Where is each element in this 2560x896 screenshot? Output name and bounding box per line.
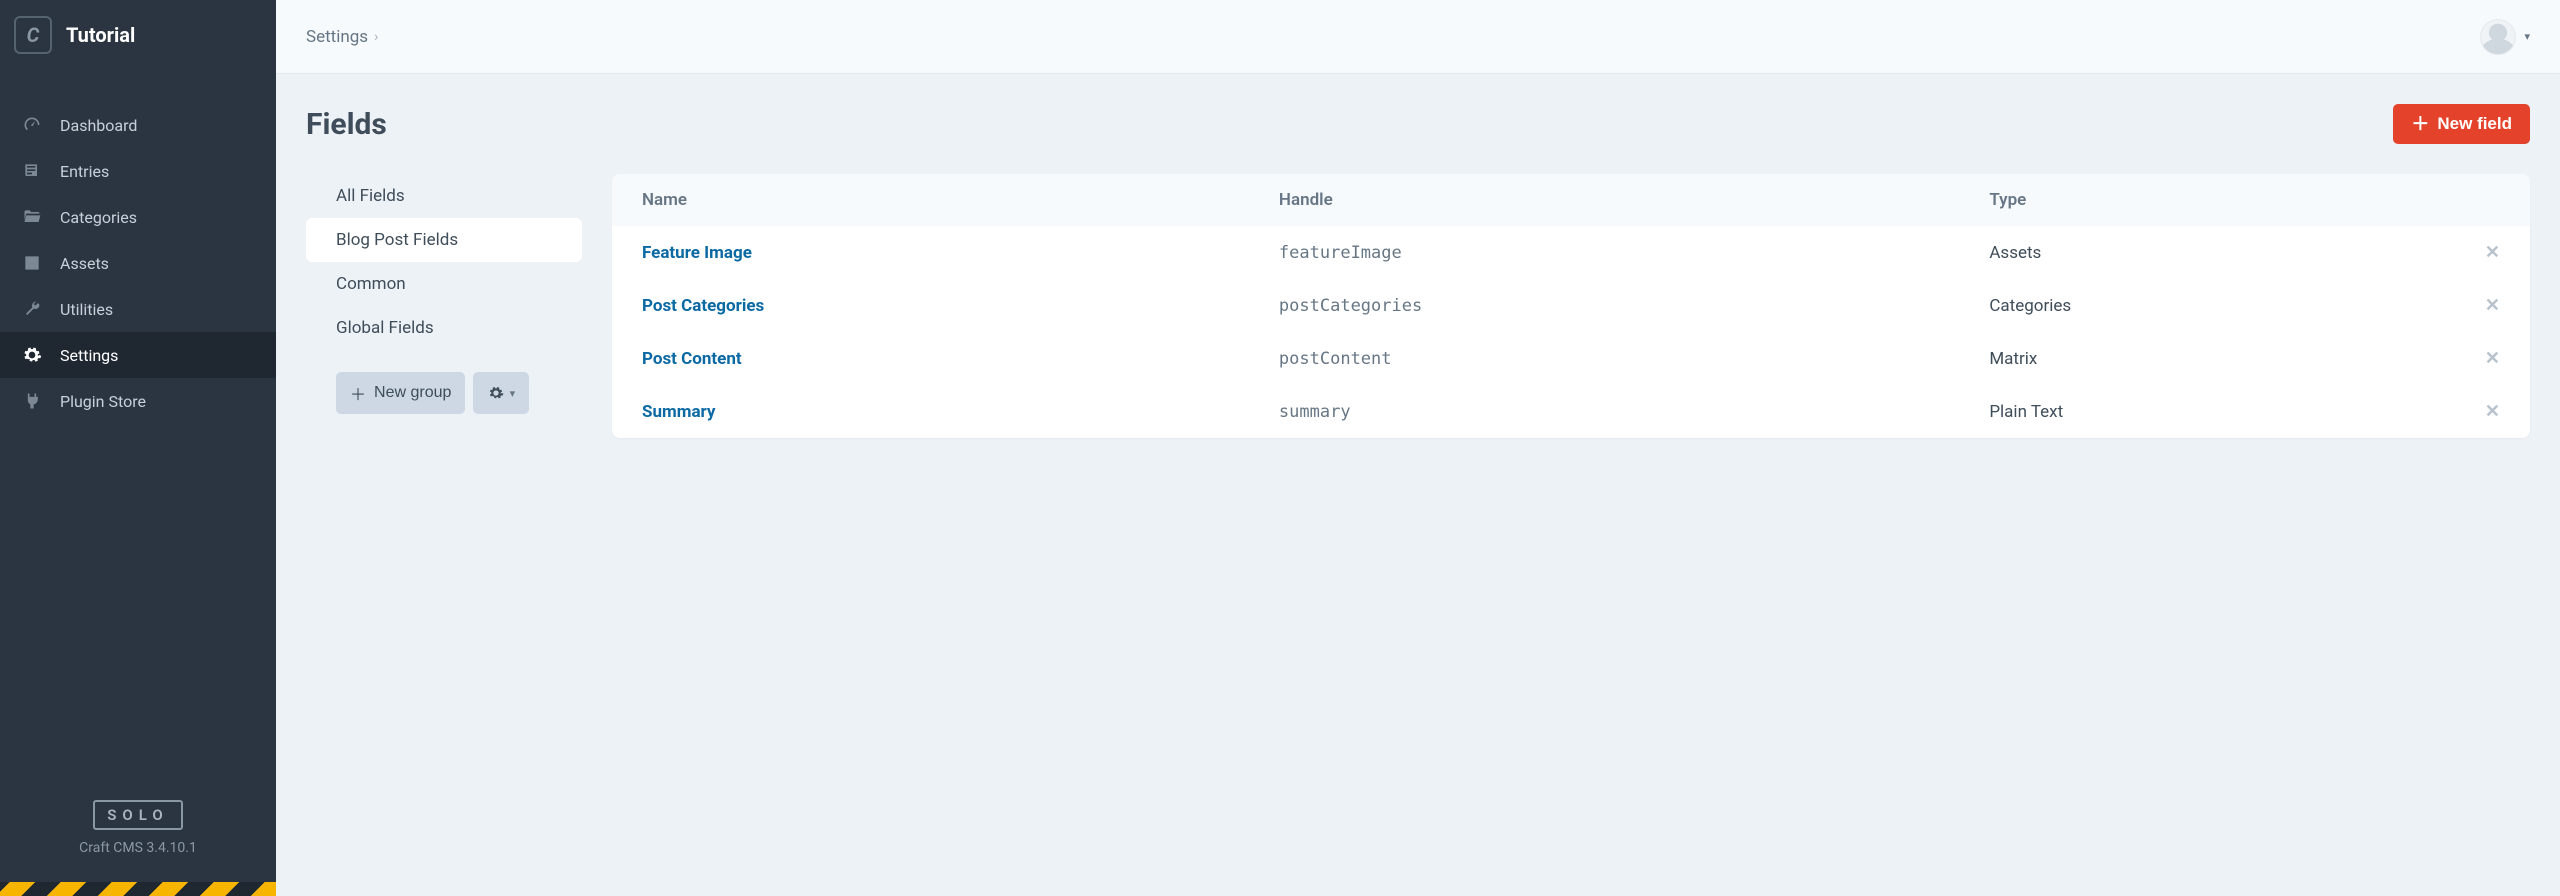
group-list: All Fields Blog Post Fields Common Globa… bbox=[306, 174, 582, 350]
delete-icon[interactable]: ✕ bbox=[2485, 295, 2500, 316]
sidebar-item-label: Plugin Store bbox=[60, 392, 146, 411]
topbar: Settings › ▾ bbox=[276, 0, 2560, 74]
field-handle: postCategories bbox=[1249, 279, 1959, 332]
folder-open-icon bbox=[20, 205, 44, 229]
fields-panel: Name Handle Type Feature Image featureIm… bbox=[612, 174, 2530, 438]
edition-badge[interactable]: SOLO bbox=[93, 800, 182, 830]
delete-icon[interactable]: ✕ bbox=[2485, 242, 2500, 263]
delete-icon[interactable]: ✕ bbox=[2485, 401, 2500, 422]
sidebar-item-entries[interactable]: Entries bbox=[0, 148, 276, 194]
primary-nav: Dashboard Entries Categories Assets bbox=[0, 72, 276, 424]
button-label: New group bbox=[374, 384, 451, 402]
table-row: Summary summary Plain Text ✕ bbox=[612, 385, 2530, 438]
site-name[interactable]: Tutorial bbox=[66, 23, 135, 47]
breadcrumb: Settings › bbox=[306, 27, 378, 47]
sidebar-item-label: Settings bbox=[60, 346, 118, 365]
table-row: Feature Image featureImage Assets ✕ bbox=[612, 226, 2530, 279]
sidebar-item-dashboard[interactable]: Dashboard bbox=[0, 102, 276, 148]
group-settings-button[interactable]: ▾ bbox=[473, 372, 529, 414]
sidebar-item-label: Utilities bbox=[60, 300, 113, 319]
field-handle: summary bbox=[1249, 385, 1959, 438]
new-field-button[interactable]: ＋ New field bbox=[2393, 104, 2530, 144]
sidebar-item-assets[interactable]: Assets bbox=[0, 240, 276, 286]
main: Settings › ▾ Fields ＋ New field All Fiel… bbox=[276, 0, 2560, 896]
field-link-post-content[interactable]: Post Content bbox=[642, 349, 742, 369]
gear-icon bbox=[20, 343, 44, 367]
field-handle: featureImage bbox=[1249, 226, 1959, 279]
delete-icon[interactable]: ✕ bbox=[2485, 348, 2500, 369]
group-item-common[interactable]: Common bbox=[306, 262, 582, 306]
sidebar-item-label: Dashboard bbox=[60, 116, 137, 135]
content: Fields ＋ New field All Fields Blog Post … bbox=[276, 74, 2560, 896]
sidebar-item-categories[interactable]: Categories bbox=[0, 194, 276, 240]
field-type: Assets bbox=[1959, 226, 2455, 279]
chevron-down-icon: ▾ bbox=[510, 387, 516, 400]
sidebar-item-label: Entries bbox=[60, 162, 109, 181]
page-title: Fields bbox=[306, 107, 387, 142]
col-actions bbox=[2455, 174, 2530, 226]
fields-table: Name Handle Type Feature Image featureIm… bbox=[612, 174, 2530, 438]
plus-icon: ＋ bbox=[350, 381, 366, 405]
sidebar-header: C Tutorial bbox=[0, 0, 276, 72]
logo-icon: C bbox=[14, 16, 52, 54]
table-row: Post Categories postCategories Categorie… bbox=[612, 279, 2530, 332]
sidebar: C Tutorial Dashboard Entries Categorie bbox=[0, 0, 276, 896]
col-type[interactable]: Type bbox=[1959, 174, 2455, 226]
dev-mode-stripe bbox=[0, 882, 276, 896]
sidebar-item-label: Categories bbox=[60, 208, 137, 227]
plus-icon: ＋ bbox=[2411, 115, 2429, 133]
sidebar-item-plugin-store[interactable]: Plugin Store bbox=[0, 378, 276, 424]
group-item-global-fields[interactable]: Global Fields bbox=[306, 306, 582, 350]
wrench-icon bbox=[20, 297, 44, 321]
sidebar-item-settings[interactable]: Settings bbox=[0, 332, 276, 378]
avatar[interactable] bbox=[2480, 19, 2516, 55]
field-type: Categories bbox=[1959, 279, 2455, 332]
sidebar-item-label: Assets bbox=[60, 254, 109, 273]
breadcrumb-root[interactable]: Settings bbox=[306, 27, 368, 47]
field-type: Matrix bbox=[1959, 332, 2455, 385]
field-link-summary[interactable]: Summary bbox=[642, 402, 715, 422]
field-type: Plain Text bbox=[1959, 385, 2455, 438]
field-link-post-categories[interactable]: Post Categories bbox=[642, 296, 764, 316]
new-group-button[interactable]: ＋ New group bbox=[336, 372, 465, 414]
gear-icon bbox=[488, 385, 504, 401]
version-text: Craft CMS 3.4.10.1 bbox=[0, 840, 276, 856]
groups-sidebar: All Fields Blog Post Fields Common Globa… bbox=[306, 174, 582, 438]
plug-icon bbox=[20, 389, 44, 413]
page-header: Fields ＋ New field bbox=[306, 104, 2530, 144]
sidebar-item-utilities[interactable]: Utilities bbox=[0, 286, 276, 332]
button-label: New field bbox=[2437, 114, 2512, 134]
chevron-down-icon[interactable]: ▾ bbox=[2524, 30, 2530, 43]
col-name[interactable]: Name bbox=[612, 174, 1249, 226]
table-row: Post Content postContent Matrix ✕ bbox=[612, 332, 2530, 385]
chevron-right-icon: › bbox=[374, 29, 378, 45]
newspaper-icon bbox=[20, 159, 44, 183]
group-item-blog-post-fields[interactable]: Blog Post Fields bbox=[306, 218, 582, 262]
field-link-feature-image[interactable]: Feature Image bbox=[642, 243, 752, 263]
field-handle: postContent bbox=[1249, 332, 1959, 385]
group-item-all-fields[interactable]: All Fields bbox=[306, 174, 582, 218]
gauge-icon bbox=[20, 113, 44, 137]
image-icon bbox=[20, 251, 44, 275]
col-handle[interactable]: Handle bbox=[1249, 174, 1959, 226]
